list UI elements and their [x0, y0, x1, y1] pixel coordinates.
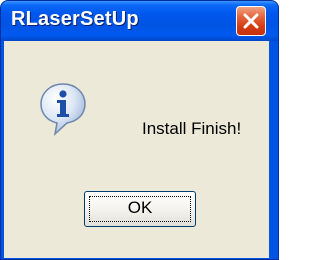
message-text: Install Finish!: [142, 119, 242, 138]
close-button[interactable]: [236, 6, 266, 36]
ok-button[interactable]: OK: [84, 191, 196, 227]
dialog-body: Install Finish! OK: [4, 41, 269, 258]
dialog-window: RLaserSetUp Install Finish! OK: [0, 0, 279, 260]
ok-button-label: OK: [127, 198, 153, 217]
info-icon: [40, 83, 86, 137]
close-icon: [243, 13, 259, 29]
title-bar[interactable]: RLaserSetUp: [1, 1, 278, 41]
window-title: RLaserSetUp: [11, 8, 139, 30]
